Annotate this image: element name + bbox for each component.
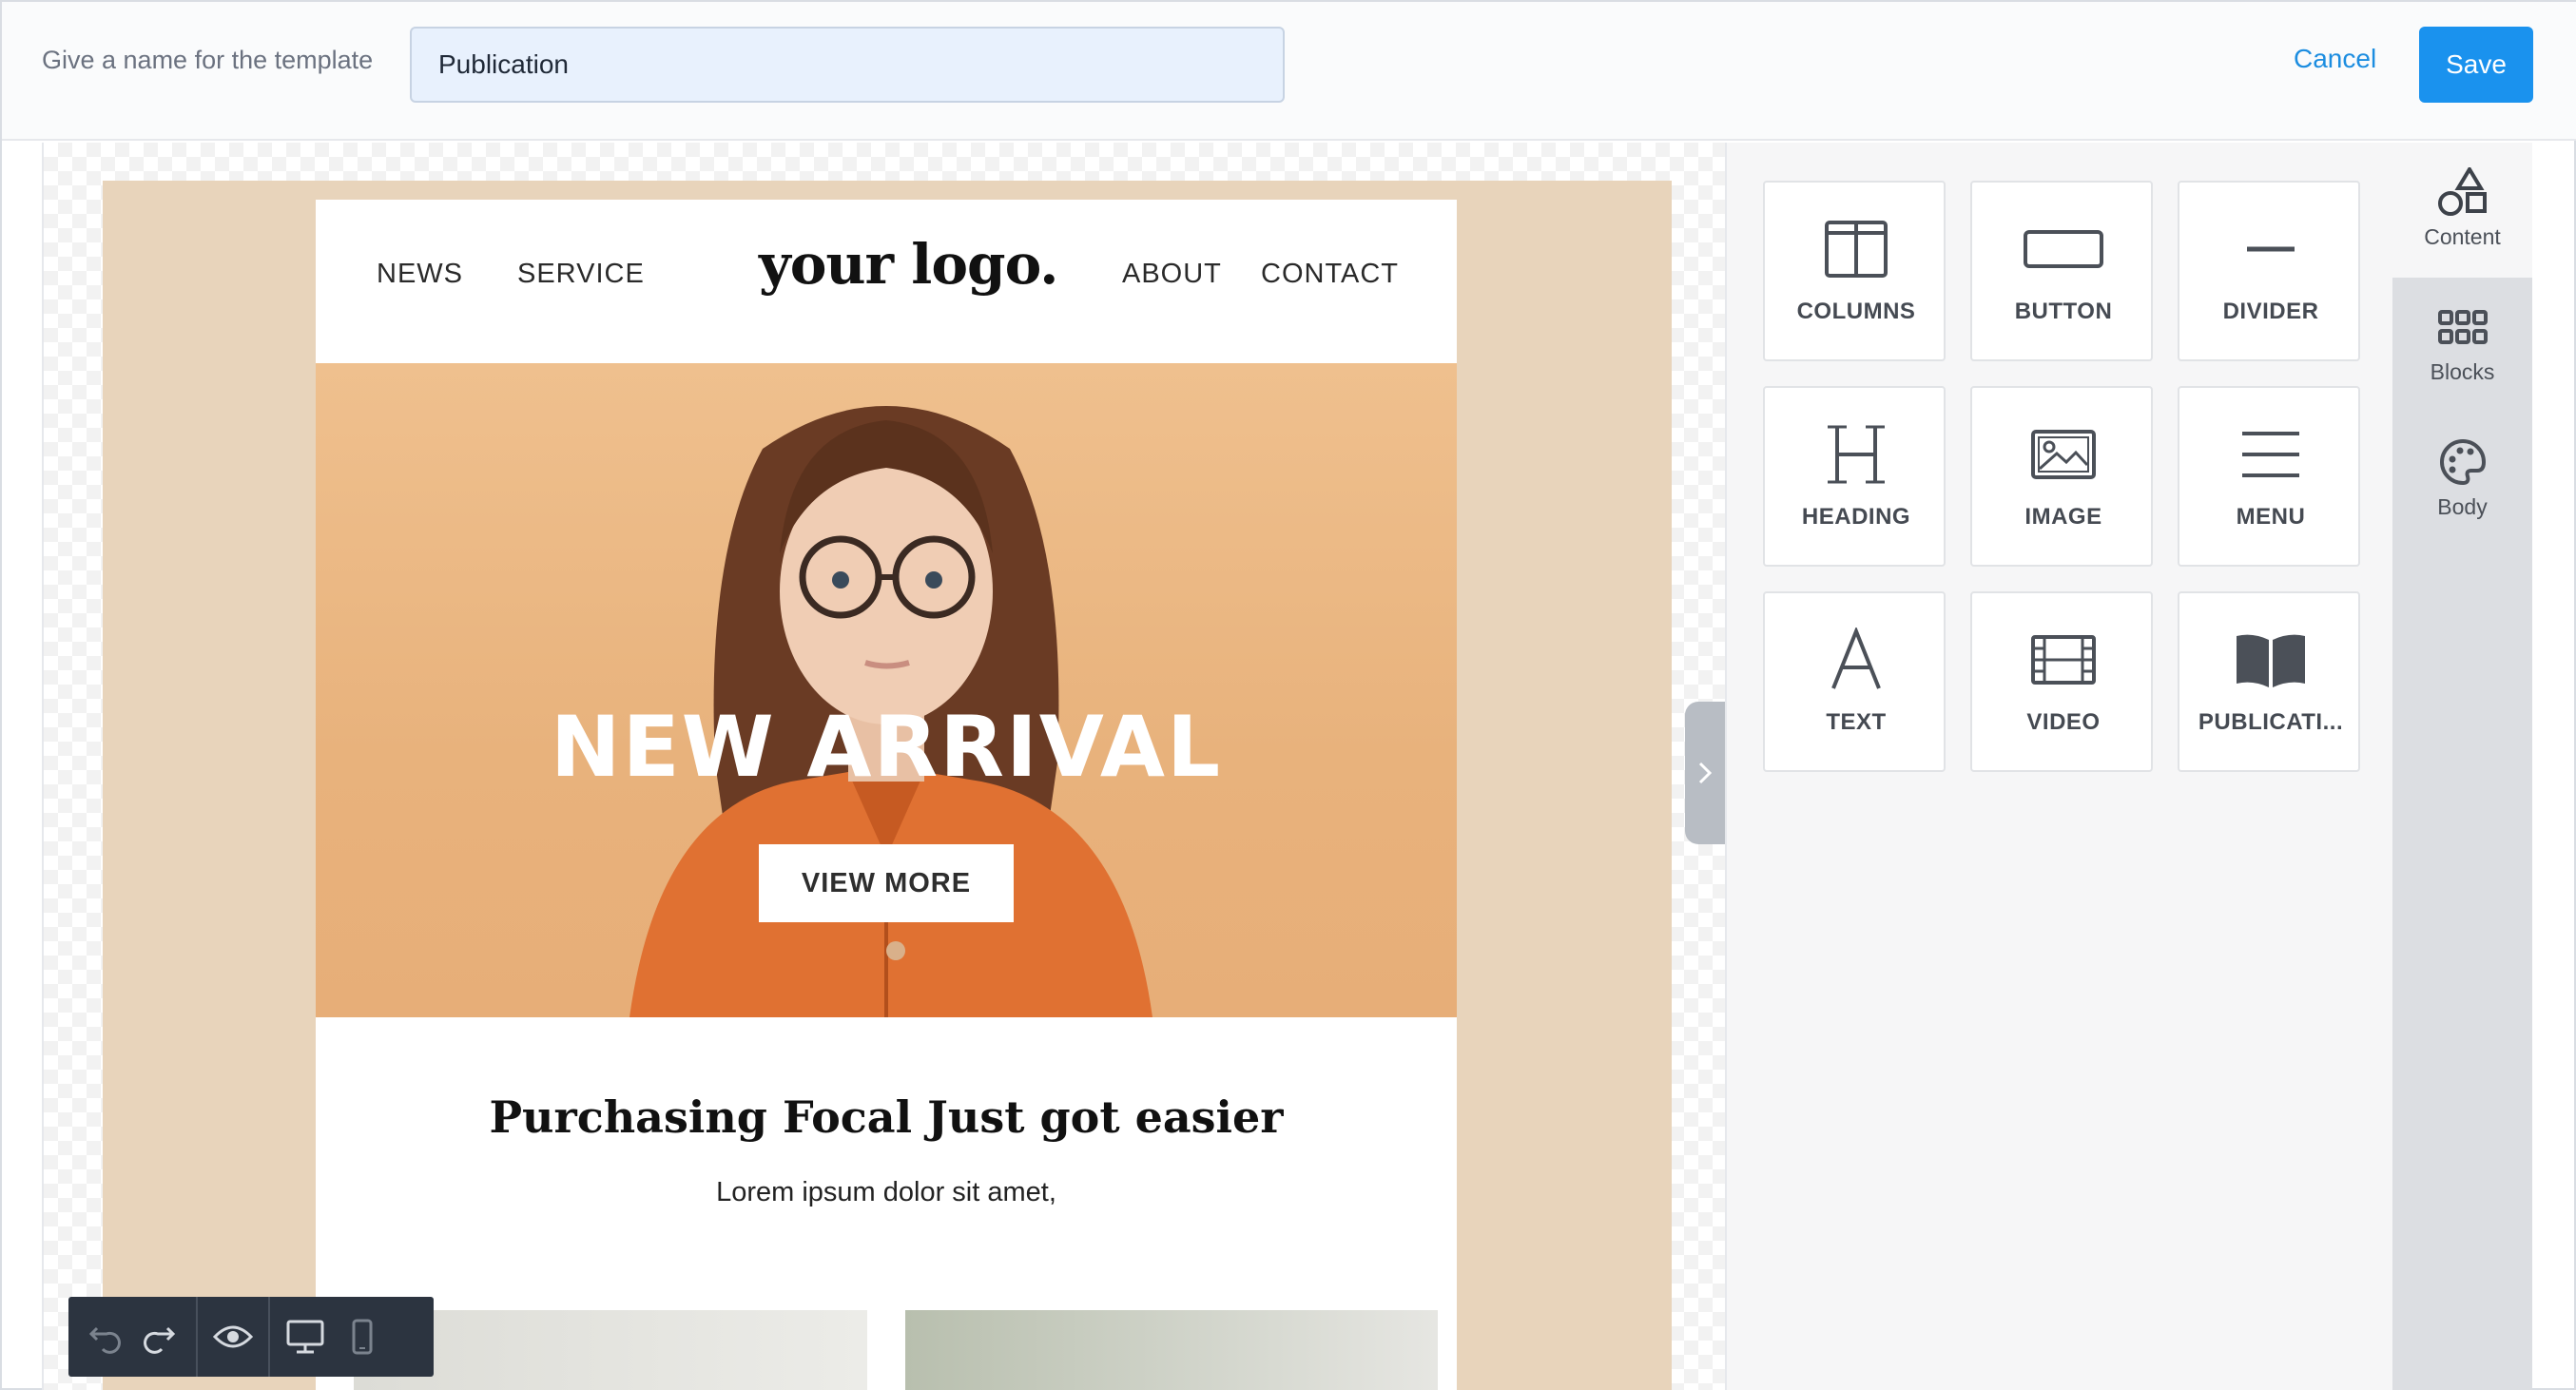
email-canvas: NEWS SERVICE your logo. ABOUT CONTACT NE… (42, 143, 1725, 1390)
hero-title: NEW ARRIVAL (550, 698, 1223, 796)
chevron-right-icon (1698, 762, 1713, 784)
panel-collapse-handle[interactable] (1685, 702, 1725, 844)
tile-image[interactable]: IMAGE (1970, 386, 2153, 567)
email-headline: Purchasing Focal Just got easier (489, 1091, 1284, 1143)
rail-label: Content (2424, 224, 2501, 249)
email-nav[interactable]: NEWS SERVICE your logo. ABOUT CONTACT (316, 200, 1457, 363)
video-icon (1972, 622, 2155, 698)
rail-item-body[interactable]: Body (2392, 413, 2532, 548)
editor-window: Give a name for the template Publication… (0, 0, 2576, 1390)
grid-icon (2392, 300, 2532, 354)
tile-publication[interactable]: PUBLICATI... (2178, 591, 2360, 772)
text-icon (1765, 622, 1947, 698)
preview-group (198, 1297, 270, 1377)
tile-label: DIVIDER (2222, 299, 2319, 324)
undo-icon[interactable] (84, 1317, 124, 1357)
nav-link-service[interactable]: SERVICE (517, 259, 645, 290)
history-group (68, 1297, 198, 1377)
heading-icon (1765, 416, 1947, 492)
tile-label: TEXT (1826, 709, 1887, 735)
nav-link-about[interactable]: ABOUT (1122, 259, 1222, 290)
tile-label: MENU (2236, 504, 2306, 530)
mobile-icon[interactable] (342, 1317, 382, 1357)
eye-icon[interactable] (213, 1317, 253, 1357)
email-subline: Lorem ipsum dolor sit amet, (716, 1177, 1056, 1207)
button-icon (1972, 211, 2155, 287)
rail-label: Body (2437, 494, 2488, 519)
tile-label: COLUMNS (1796, 299, 1916, 324)
tile-label: VIDEO (2026, 709, 2101, 735)
logo-text: your logo. (759, 232, 1058, 297)
tile-label: BUTTON (2014, 299, 2113, 324)
rail-label: Blocks (2430, 359, 2495, 384)
divider-icon (2179, 211, 2362, 287)
tile-button[interactable]: BUTTON (1970, 181, 2153, 361)
tile-label: PUBLICATI... (2198, 709, 2344, 735)
tile-video[interactable]: VIDEO (1970, 591, 2153, 772)
tile-menu[interactable]: MENU (2178, 386, 2360, 567)
save-button[interactable]: Save (2419, 27, 2533, 103)
tile-divider[interactable]: DIVIDER (2178, 181, 2360, 361)
tile-heading[interactable]: HEADING (1763, 386, 1946, 567)
template-name-label: Give a name for the template (42, 46, 374, 74)
product-image-right (905, 1310, 1438, 1390)
template-name-input[interactable]: Publication (410, 27, 1285, 103)
hero-section[interactable]: NEW ARRIVAL VIEW MORE (316, 363, 1457, 1017)
view-more-button[interactable]: VIEW MORE (759, 844, 1014, 922)
redo-icon[interactable] (141, 1317, 181, 1357)
palette-icon (2392, 435, 2532, 489)
desktop-icon[interactable] (285, 1317, 325, 1357)
content-panel: COLUMNS BUTTON DIVIDER HEADING IMAGE MEN… (1725, 143, 2392, 1390)
book-icon (2179, 622, 2362, 698)
cancel-button[interactable]: Cancel (2294, 44, 2376, 74)
device-group (270, 1297, 397, 1377)
nav-link-contact[interactable]: CONTACT (1261, 259, 1399, 290)
rail-item-content[interactable]: Content (2392, 143, 2532, 278)
email-body[interactable]: NEWS SERVICE your logo. ABOUT CONTACT NE… (316, 200, 1457, 1390)
image-icon (1972, 416, 2155, 492)
columns-icon (1765, 211, 1947, 287)
tile-columns[interactable]: COLUMNS (1763, 181, 1946, 361)
shapes-icon (2392, 165, 2532, 219)
sidebar-rail: Content Blocks Body (2392, 143, 2532, 1390)
rail-item-blocks[interactable]: Blocks (2392, 278, 2532, 413)
tile-label: HEADING (1801, 504, 1911, 530)
canvas-toolbar (68, 1297, 434, 1377)
tile-text[interactable]: TEXT (1763, 591, 1946, 772)
nav-link-news[interactable]: NEWS (377, 259, 463, 290)
tile-label: IMAGE (2024, 504, 2102, 530)
menu-icon (2179, 416, 2362, 492)
header-bar: Give a name for the template Publication… (2, 2, 2576, 141)
